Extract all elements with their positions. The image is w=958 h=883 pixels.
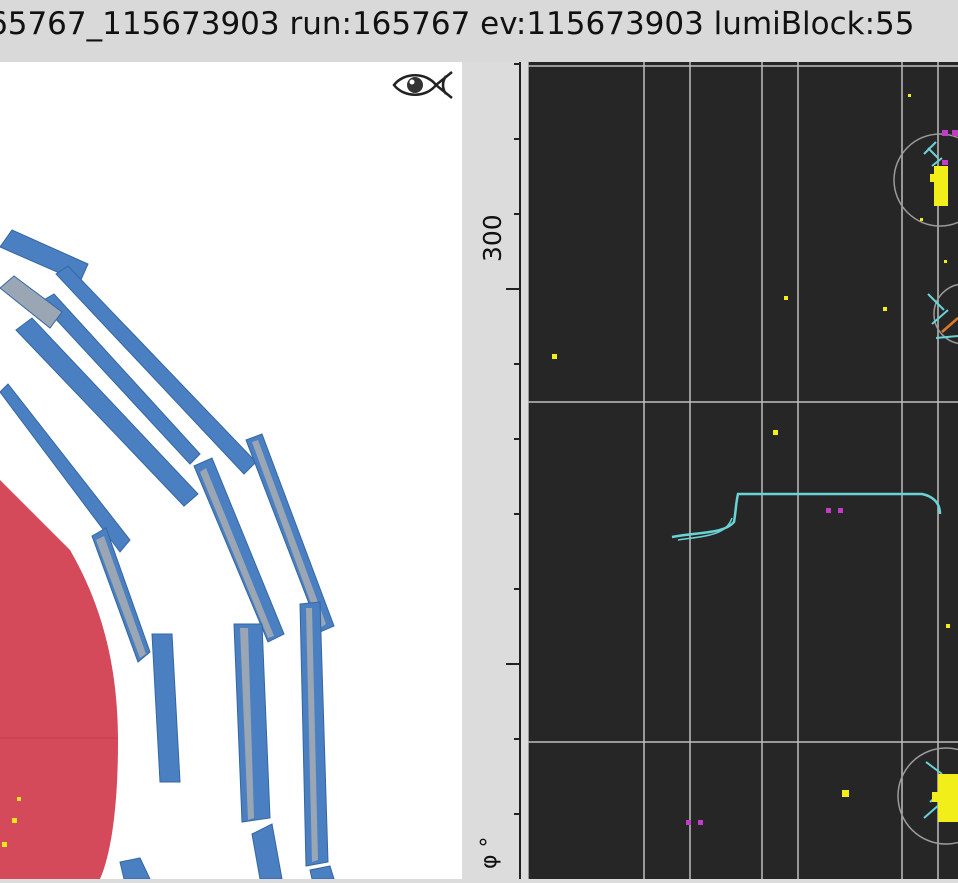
cell-hit (938, 774, 958, 822)
cell-hit (552, 354, 557, 359)
cell-hit (944, 260, 947, 263)
phi-axis-panel (462, 62, 528, 879)
magenta-hit (838, 508, 843, 513)
eta-phi-lego-view[interactable] (528, 62, 958, 879)
track (671, 492, 942, 539)
jet-circle (893, 133, 958, 227)
track (677, 517, 733, 541)
cell-hit (930, 174, 936, 182)
calo-hit (2, 842, 7, 847)
window-title: 65767_115673903 run:165767 ev:115673903 … (0, 6, 915, 42)
cell-hit (920, 218, 923, 221)
phi-axis-tick-label: 300 (478, 214, 507, 262)
cell-hit (883, 307, 887, 311)
phi-axis-ticks (506, 63, 520, 815)
magenta-hit (698, 820, 703, 825)
calo-hit (12, 818, 17, 823)
cell-hit (934, 166, 948, 206)
cell-hit (908, 94, 911, 97)
cell-hit (784, 296, 788, 300)
magenta-hit (826, 508, 831, 513)
eta-phi-drawing (528, 62, 958, 879)
cell-hit (773, 430, 778, 435)
calo-hit (17, 797, 21, 801)
magenta-hit (686, 820, 691, 825)
cell-hit (932, 792, 940, 802)
magenta-hit (952, 130, 958, 136)
track-orange (941, 317, 958, 333)
phi-axis (506, 62, 521, 879)
rz-detector-view[interactable] (0, 62, 462, 879)
cell-hit (946, 624, 950, 628)
magenta-hit (942, 160, 948, 165)
phi-axis-title: φ ° (477, 836, 502, 869)
track (923, 141, 943, 167)
rz-detector-drawing (0, 229, 335, 879)
eye-fish-icon[interactable] (390, 68, 456, 102)
magenta-hit (942, 130, 948, 136)
window-title-bar: 65767_115673903 run:165767 ev:115673903 … (0, 0, 958, 62)
cell-hit (842, 790, 849, 797)
